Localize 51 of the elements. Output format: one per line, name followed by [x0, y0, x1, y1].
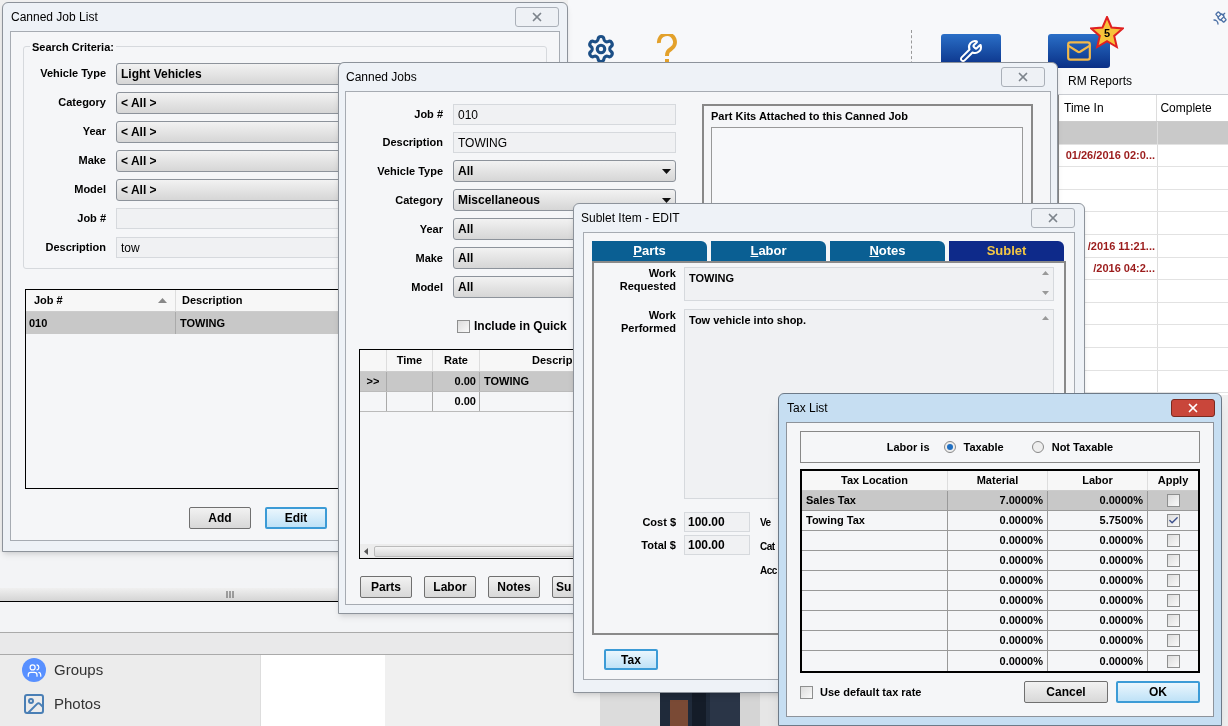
grid-cell-text: /2016 04:2...	[1093, 261, 1155, 277]
field-label: Work Performed	[619, 309, 676, 336]
table-cell-text: 0.0000%	[999, 533, 1043, 549]
field-label: Category	[57, 95, 106, 111]
table-cell-text: TOWING	[484, 374, 529, 390]
table-cell-text: 0.0000%	[1099, 553, 1143, 569]
table-cell-text: 0.0000%	[999, 553, 1043, 569]
table-cell-text: 0.0000%	[1099, 573, 1143, 589]
table-cell-text: 0.0000%	[999, 633, 1043, 649]
table-cell-text: 0.0000%	[1099, 493, 1143, 509]
grid-cell-text: 01/26/2016 02:0...	[1065, 148, 1155, 164]
field-label: Cat	[760, 540, 776, 553]
table-cell-text: 0.00	[454, 394, 476, 410]
table-cell-text: 7.0000%	[999, 493, 1043, 509]
table-cell-text: 0.0000%	[1099, 633, 1143, 649]
field-label: Total $	[640, 537, 676, 553]
notification-badge: 5	[1090, 16, 1124, 50]
table-cell-text: 0.0000%	[1099, 653, 1143, 669]
field-label: Job #	[76, 211, 106, 227]
table-cell-text: 0.0000%	[999, 593, 1043, 609]
table-cell-text: 0.0000%	[999, 653, 1043, 669]
field-label: Model	[410, 279, 443, 295]
table-cell-text: 0.0000%	[999, 513, 1043, 529]
field-label: Year	[418, 221, 443, 237]
toolbar-label: RM Reports	[1068, 73, 1132, 90]
table-cell-text: Towing Tax	[806, 513, 865, 529]
table-cell-text: Sales Tax	[806, 493, 856, 509]
table-cell-text: 0.0000%	[999, 573, 1043, 589]
field-label: Description	[44, 240, 106, 256]
row-marker: >>	[366, 374, 380, 390]
table-cell-text: 5.7500%	[1099, 513, 1143, 529]
field-label: Model	[73, 182, 106, 198]
field-label: Make	[77, 153, 106, 169]
radio-label: Labor is	[886, 439, 930, 455]
field-label: Vehicle Type	[39, 66, 106, 82]
table-cell-text: TOWING	[179, 315, 226, 331]
window-title: Canned Jobs	[346, 69, 417, 86]
table-cell-text: 0.0000%	[1099, 533, 1143, 549]
table-cell-text: 0.0000%	[1099, 593, 1143, 609]
table-cell: 010	[26, 312, 176, 334]
field-label: Cost $	[641, 514, 676, 530]
table-cell-text: 0.0000%	[999, 613, 1043, 629]
grid-cell-text: /2016 11:21...	[1087, 238, 1155, 254]
window-title: Canned Job List	[11, 9, 98, 26]
window-title: Tax List	[787, 400, 828, 417]
field-label: Ve	[760, 516, 772, 529]
field-label: Acc	[760, 564, 777, 577]
panel-title: Part Kits Attached to this Canned Job	[711, 109, 909, 124]
table-cell-text: 0.00	[454, 374, 476, 390]
table-cell-text: 0.0000%	[1099, 613, 1143, 629]
field-label: Year	[81, 124, 106, 140]
